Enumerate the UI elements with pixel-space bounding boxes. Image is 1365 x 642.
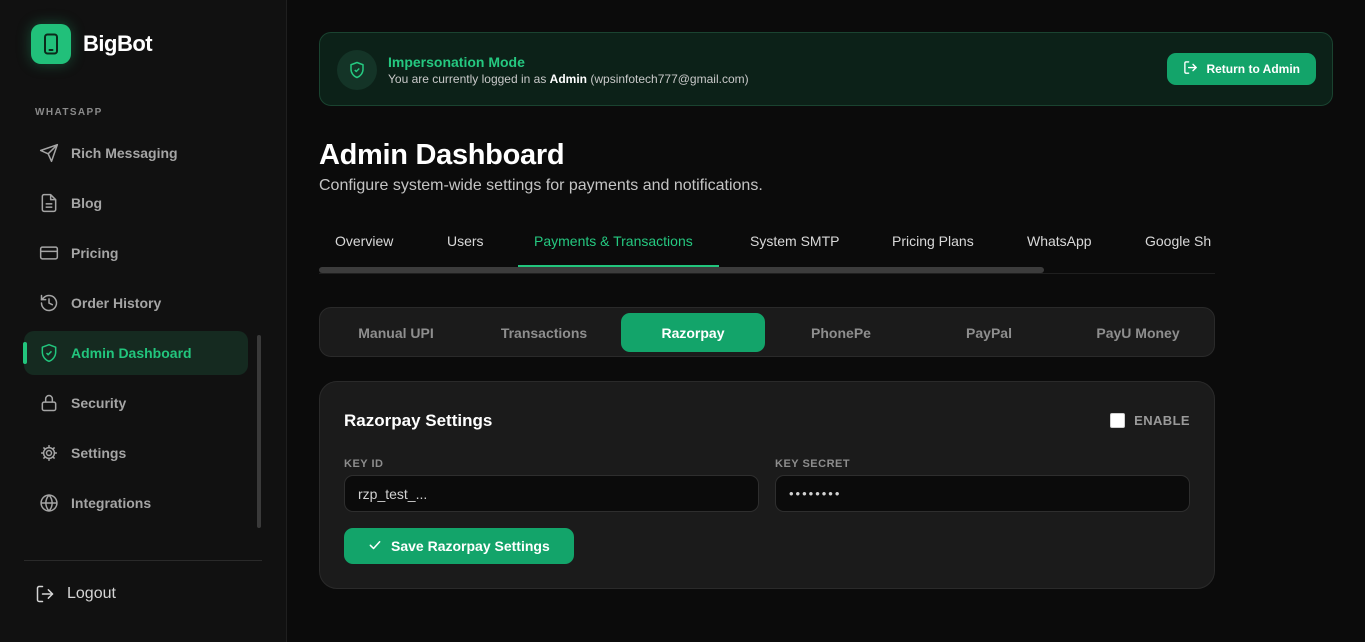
sidebar-item-settings[interactable]: Settings: [24, 431, 248, 475]
brand-name: BigBot: [83, 31, 153, 56]
save-razorpay-settings-button[interactable]: Save Razorpay Settings: [344, 528, 574, 564]
sidebar: BigBot WHATSAPP Rich Messaging Blog Pric…: [0, 0, 287, 642]
subtab-payu-money[interactable]: PayU Money: [1066, 313, 1210, 352]
sidebar-item-label: Settings: [71, 445, 127, 461]
tab-whatsapp[interactable]: WhatsApp: [1027, 233, 1092, 249]
shield-icon: [337, 50, 377, 90]
sidebar-item-order-history[interactable]: Order History: [24, 281, 248, 325]
sidebar-item-admin-dashboard[interactable]: Admin Dashboard: [23, 331, 248, 375]
banner-subtitle: You are currently logged in as Admin (wp…: [388, 72, 749, 86]
payment-provider-tabs: Manual UPI Transactions Razorpay PhonePe…: [319, 307, 1215, 357]
card-title: Razorpay Settings: [344, 411, 493, 430]
sidebar-item-label: Order History: [71, 295, 162, 311]
enable-toggle[interactable]: ENABLE: [1110, 413, 1190, 428]
check-icon: [368, 538, 382, 555]
sidebar-item-integrations[interactable]: Integrations: [24, 481, 248, 525]
tab-pricing-plans[interactable]: Pricing Plans: [892, 233, 974, 249]
main-tabs: Overview Users Payments & Transactions S…: [319, 222, 1215, 274]
tabs-scrollbar[interactable]: [319, 267, 1044, 273]
sidebar-divider: [24, 560, 262, 561]
sidebar-item-label: Blog: [71, 195, 103, 211]
key-secret-label: KEY SECRET: [775, 458, 851, 470]
key-id-label: KEY ID: [344, 458, 384, 470]
sidebar-item-pricing[interactable]: Pricing: [24, 231, 248, 275]
logout-label: Logout: [67, 585, 116, 602]
sidebar-item-rich-messaging[interactable]: Rich Messaging: [24, 131, 248, 175]
tab-overview[interactable]: Overview: [335, 233, 393, 249]
section-label-whatsapp: WHATSAPP: [35, 107, 103, 118]
razorpay-settings-card: Razorpay Settings ENABLE KEY ID rzp_test…: [319, 381, 1215, 589]
enable-checkbox[interactable]: [1110, 413, 1126, 428]
return-to-admin-button[interactable]: Return to Admin: [1167, 53, 1316, 85]
tab-payments-transactions[interactable]: Payments & Transactions: [534, 233, 693, 249]
banner-title: Impersonation Mode: [388, 54, 525, 70]
sidebar-item-label: Rich Messaging: [71, 145, 178, 161]
enable-label: ENABLE: [1134, 413, 1190, 428]
banner-subtitle-prefix: You are currently logged in as: [388, 72, 547, 86]
lock-icon: [39, 393, 59, 413]
sign-out-icon: [1183, 60, 1198, 78]
banner-user-email: (wpsinfotech777@gmail.com): [590, 72, 749, 86]
sidebar-nav: Rich Messaging Blog Pricing Order Histor…: [23, 131, 248, 531]
phone-logo-icon: [31, 24, 71, 64]
gear-icon: [39, 443, 59, 463]
send-icon: [39, 143, 59, 163]
subtab-manual-upi[interactable]: Manual UPI: [324, 313, 468, 352]
subtab-transactions[interactable]: Transactions: [472, 313, 616, 352]
sidebar-scrollbar[interactable]: [257, 335, 261, 528]
return-to-admin-label: Return to Admin: [1206, 62, 1300, 76]
history-icon: [39, 293, 59, 313]
sidebar-item-label: Admin Dashboard: [71, 345, 192, 361]
key-secret-input[interactable]: ••••••••: [775, 475, 1190, 512]
banner-user-name: Admin: [549, 72, 588, 86]
impersonation-banner: Impersonation Mode You are currently log…: [319, 32, 1333, 106]
sidebar-item-label: Security: [71, 395, 127, 411]
globe-icon: [39, 493, 59, 513]
tab-users[interactable]: Users: [447, 233, 484, 249]
page-subtitle: Configure system-wide settings for payme…: [319, 177, 763, 194]
page-title: Admin Dashboard: [319, 139, 565, 171]
sidebar-item-label: Pricing: [71, 245, 119, 261]
tab-google-sheets[interactable]: Google Sh: [1145, 233, 1211, 249]
brand[interactable]: BigBot: [31, 24, 153, 64]
sidebar-item-security[interactable]: Security: [24, 381, 248, 425]
tab-system-smtp[interactable]: System SMTP: [750, 233, 839, 249]
save-label: Save Razorpay Settings: [391, 538, 550, 554]
logout-icon: [35, 584, 55, 604]
subtab-razorpay[interactable]: Razorpay: [621, 313, 765, 352]
logout-button[interactable]: Logout: [35, 584, 116, 604]
document-icon: [39, 193, 59, 213]
sidebar-item-blog[interactable]: Blog: [24, 181, 248, 225]
sidebar-item-label: Integrations: [71, 495, 152, 511]
shield-check-icon: [39, 343, 59, 363]
subtab-paypal[interactable]: PayPal: [917, 313, 1061, 352]
subtab-phonepe[interactable]: PhonePe: [769, 313, 913, 352]
credit-card-icon: [39, 243, 59, 263]
key-id-input[interactable]: rzp_test_...: [344, 475, 759, 512]
